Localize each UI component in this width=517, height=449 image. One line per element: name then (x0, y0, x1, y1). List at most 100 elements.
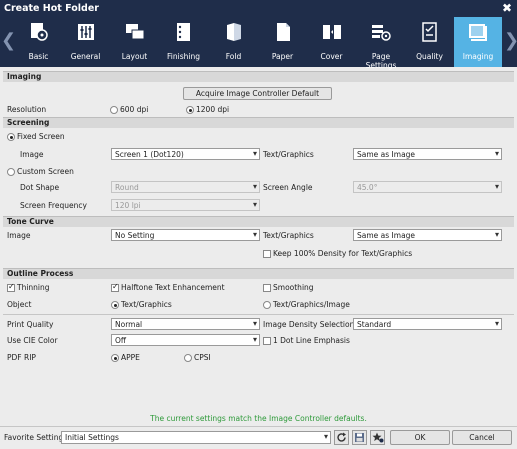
footer-bar: Favorite Setting Initial Settings ▾ OK Ca… (0, 426, 517, 449)
chevron-down-icon: ▾ (252, 230, 257, 239)
tab-label: Cover (320, 52, 343, 61)
resolution-label: Resolution (7, 105, 47, 114)
divider (3, 314, 514, 315)
pdf-rip-appe-radio[interactable] (111, 354, 119, 362)
screen-frequency-label: Screen Frequency (20, 201, 87, 210)
chevron-down-icon: ▾ (252, 200, 257, 209)
cie-color-select[interactable]: Off ▾ (111, 334, 260, 346)
chevron-down-icon: ▾ (252, 149, 257, 158)
tab-label: Fold (225, 52, 242, 61)
object-text-graphics-radio[interactable] (111, 301, 119, 309)
favorite-setting-select[interactable]: Initial Settings ▾ (61, 431, 331, 444)
finishing-icon (177, 23, 190, 41)
tab-general[interactable]: General (63, 19, 108, 65)
object-label: Object (7, 300, 32, 309)
tone-text-graphics-select[interactable]: Same as Image ▾ (353, 229, 502, 241)
tab-paper[interactable]: Paper (260, 19, 305, 65)
halftone-checkbox[interactable]: ✓ (111, 282, 119, 292)
density-selection-select[interactable]: Standard ▾ (353, 318, 502, 330)
refresh-button[interactable] (334, 430, 349, 445)
object-text-graphics-image-label: Text/Graphics/Image (273, 300, 350, 309)
tab-label: General (70, 52, 101, 61)
favorite-setting-label: Favorite Setting (4, 433, 64, 442)
thinning-checkbox[interactable]: ✓ (7, 282, 15, 292)
chevron-down-icon: ▾ (252, 335, 257, 344)
resolution-1200-radio[interactable] (186, 106, 194, 114)
basic-icon (31, 23, 48, 41)
tab-label: Quality (416, 52, 443, 61)
tone-image-select[interactable]: No Setting ▾ (111, 229, 260, 241)
section-header-imaging: Imaging (3, 71, 514, 82)
smoothing-checkbox[interactable] (263, 284, 271, 292)
acquire-default-button[interactable]: Acquire Image Controller Default (183, 87, 332, 100)
manage-favorites-button[interactable] (370, 430, 385, 445)
pdf-rip-appe-label: APPE (121, 353, 140, 362)
screen-angle-select[interactable]: 45.0° ▾ (353, 181, 502, 193)
title-bar: Create Hot Folder ✖ (0, 0, 517, 17)
tab-label: Basic (28, 52, 49, 61)
screening-image-label: Image (20, 150, 44, 159)
fixed-screen-label: Fixed Screen (17, 132, 65, 141)
tab-cover[interactable]: Cover (309, 19, 354, 65)
screen-frequency-select[interactable]: 120 lpi ▾ (111, 199, 260, 211)
cie-color-label: Use CIE Color (7, 336, 58, 345)
refresh-icon (337, 432, 346, 442)
quality-icon (422, 22, 437, 42)
one-dot-line-label: 1 Dot Line Emphasis (273, 336, 350, 345)
fold-icon (227, 23, 241, 41)
layout-icon (126, 24, 145, 40)
tab-page-settings[interactable]: Page Settings (356, 19, 406, 70)
chevron-down-icon: ▾ (252, 319, 257, 328)
tab-label: Page Settings (365, 52, 397, 70)
tab-label: Layout (121, 52, 148, 61)
halftone-label: Halftone Text Enhancement (121, 283, 225, 292)
scroll-right-icon[interactable]: ❯ (504, 31, 517, 51)
tab-label: Imaging (462, 52, 494, 61)
tab-layout[interactable]: Layout (112, 19, 157, 65)
tab-label: Paper (271, 52, 294, 61)
one-dot-line-checkbox[interactable] (263, 337, 271, 345)
pdf-rip-cpsi-radio[interactable] (184, 354, 192, 362)
pdf-rip-label: PDF RIP (7, 353, 36, 362)
section-header-tone-curve: Tone Curve (3, 216, 514, 227)
chevron-down-icon: ▾ (494, 182, 499, 191)
dot-shape-select[interactable]: Round ▾ (111, 181, 260, 193)
screen-angle-label: Screen Angle (263, 183, 313, 192)
tab-fold[interactable]: Fold (211, 19, 256, 65)
screening-text-graphics-select[interactable]: Same as Image ▾ (353, 148, 502, 160)
keep-density-checkbox[interactable] (263, 250, 271, 258)
imaging-panel: Imaging Acquire Image Controller Default… (3, 71, 514, 426)
smoothing-label: Smoothing (273, 283, 314, 292)
section-header-outline-process: Outline Process (3, 268, 514, 279)
tab-imaging[interactable]: Imaging (454, 17, 502, 67)
chevron-down-icon: ▾ (494, 149, 499, 158)
save-button[interactable] (352, 430, 367, 445)
chevron-down-icon: ▾ (323, 432, 328, 441)
manage-favorites-icon (372, 432, 383, 443)
keep-density-label: Keep 100% Density for Text/Graphics (273, 249, 413, 258)
resolution-600-label: 600 dpi (120, 105, 149, 114)
tone-text-graphics-label: Text/Graphics (263, 231, 314, 240)
screening-image-select[interactable]: Screen 1 (Dot120) ▾ (111, 148, 260, 160)
tone-image-label: Image (7, 231, 31, 240)
object-text-graphics-image-radio[interactable] (263, 301, 271, 309)
ok-button[interactable]: OK (390, 430, 450, 445)
close-icon[interactable]: ✖ (502, 1, 512, 15)
section-header-screening: Screening (3, 117, 514, 128)
thinning-label: Thinning (17, 283, 50, 292)
tab-basic[interactable]: Basic (16, 19, 61, 65)
custom-screen-radio[interactable] (7, 168, 15, 176)
tab-label: Finishing (167, 52, 200, 61)
chevron-down-icon: ▾ (252, 182, 257, 191)
save-icon (355, 433, 364, 442)
scroll-left-icon[interactable]: ❮ (1, 31, 16, 51)
tab-quality[interactable]: Quality (407, 19, 452, 65)
fixed-screen-radio[interactable] (7, 133, 15, 141)
tab-finishing[interactable]: Finishing (161, 19, 206, 65)
cancel-button[interactable]: Cancel (452, 430, 512, 445)
tab-strip: ❮ Basic General Layout Finishing Fold Pa (0, 17, 517, 70)
resolution-600-radio[interactable] (110, 106, 118, 114)
print-quality-select[interactable]: Normal ▾ (111, 318, 260, 330)
chevron-down-icon: ▾ (494, 230, 499, 239)
window-title: Create Hot Folder (4, 3, 99, 14)
